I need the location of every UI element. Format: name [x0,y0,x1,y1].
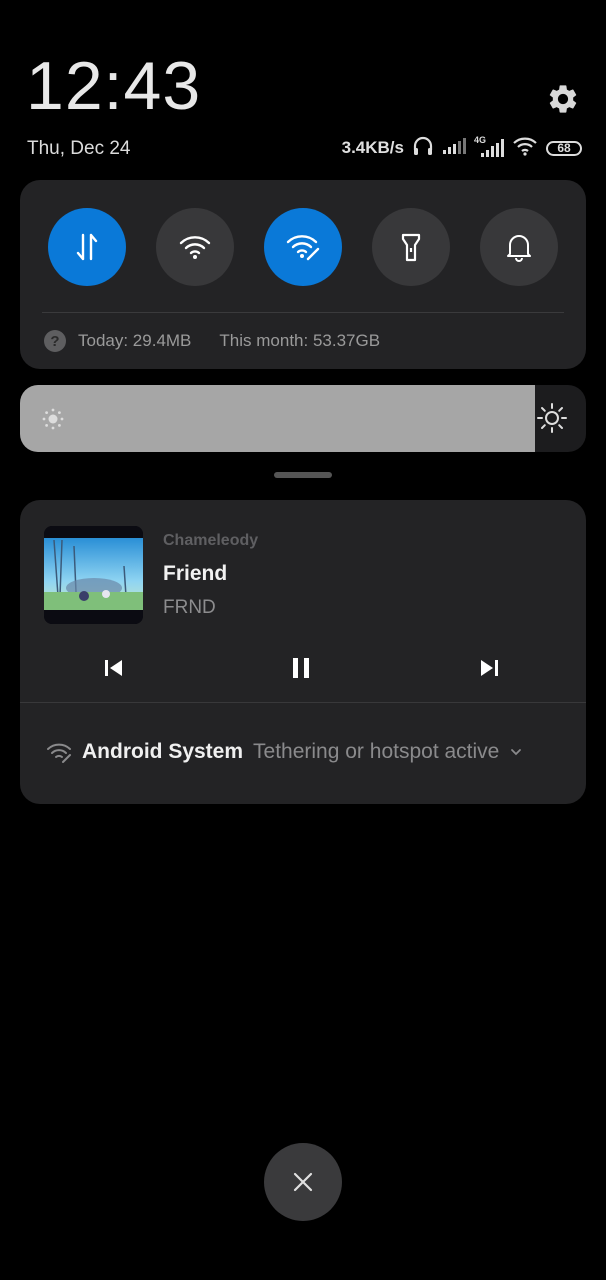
card-divider [20,702,586,703]
skip-next-icon [481,660,498,676]
signal-icon [442,137,466,160]
qs-divider [42,312,564,313]
data-usage-today: Today: 29.4MB [78,331,192,350]
close-icon [293,1172,313,1192]
media-artist: Chameleody [163,532,259,549]
chevron-down-icon[interactable] [509,747,523,757]
network-speed: 3.4KB/s [341,138,404,157]
notification-bell-toggle[interactable] [480,208,558,286]
mobile-data-toggle[interactable] [48,208,126,286]
brightness-slider[interactable] [20,385,586,452]
bell-icon [507,235,531,262]
panel-drag-handle[interactable] [274,472,332,478]
flashlight-toggle[interactable] [372,208,450,286]
headphones-icon [412,136,434,161]
settings-gear-icon[interactable] [546,82,580,116]
quick-settings-panel: ? Today: 29.4MB This month: 53.37GB [20,180,586,369]
brightness-slider-fill [20,385,535,452]
hotspot-toggle[interactable] [264,208,342,286]
skip-previous-icon [105,660,122,676]
system-notification[interactable]: Android System Tethering or hotspot acti… [46,740,523,764]
notification-app-name: Android System [82,740,244,763]
clock-time: 12:43 [26,48,202,124]
media-album: FRND [163,597,216,618]
hotspot-small-icon [47,743,71,763]
notification-card: Chameleody Friend FRND Android System Te… [20,500,586,804]
date-label: Thu, Dec 24 [27,138,131,159]
battery-level: 68 [557,141,571,155]
pause-icon [293,658,309,678]
album-art-image[interactable] [44,526,143,624]
pause-button[interactable] [285,652,317,684]
data-usage-row[interactable]: ? Today: 29.4MB This month: 53.37GB [44,330,380,352]
help-question-icon: ? [44,330,66,352]
brightness-low-icon [42,408,64,435]
wifi-toggle[interactable] [156,208,234,286]
status-bar: 3.4KB/s 4G 68 [341,135,582,161]
wifi-icon [179,236,211,259]
clear-all-button[interactable] [264,1143,342,1221]
data-usage-month: This month: 53.37GB [219,331,381,350]
brightness-high-icon [536,402,568,439]
previous-track-button[interactable] [97,652,129,684]
next-track-button[interactable] [474,652,506,684]
media-title: Friend [163,562,228,585]
flashlight-icon [401,233,421,262]
wifi-status-icon [512,136,538,161]
signal-4g-icon: 4G [474,135,504,158]
hotspot-icon [286,235,320,261]
battery-icon: 68 [546,140,582,156]
notification-text: Tethering or hotspot active [253,740,500,763]
data-transfer-icon [76,233,98,261]
